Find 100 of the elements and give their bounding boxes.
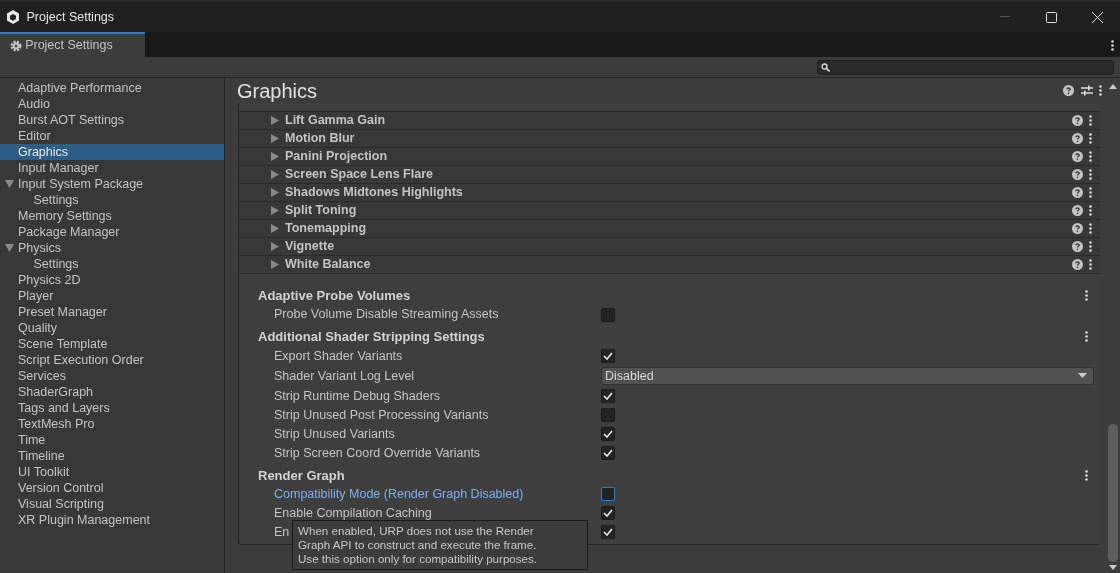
- sidebar-item[interactable]: Visual Scripting: [0, 496, 224, 512]
- sidebar-item[interactable]: Editor: [0, 128, 224, 144]
- sidebar-item[interactable]: Settings: [0, 192, 224, 208]
- more-options-icon[interactable]: [1089, 169, 1092, 180]
- help-icon[interactable]: [1071, 115, 1083, 126]
- sidebar-item[interactable]: UI Toolkit: [0, 464, 224, 480]
- sidebar-item[interactable]: Player: [0, 288, 224, 304]
- search-field[interactable]: [817, 59, 1114, 75]
- checkbox[interactable]: [601, 445, 615, 460]
- more-options-icon[interactable]: [1089, 205, 1092, 216]
- sidebar-item[interactable]: Time: [0, 432, 224, 448]
- help-icon[interactable]: [1071, 169, 1083, 180]
- gear-icon: [10, 39, 22, 52]
- sidebar-item[interactable]: Graphics: [0, 144, 224, 160]
- section-heading: Adaptive Probe Volumes: [257, 287, 411, 306]
- more-options-icon[interactable]: [1089, 223, 1092, 234]
- section-heading: Render Graph: [257, 466, 345, 485]
- more-options-icon[interactable]: [1085, 469, 1088, 481]
- checkbox[interactable]: [601, 388, 615, 403]
- scrollbar-thumb[interactable]: [1107, 423, 1118, 562]
- scroll-down-icon[interactable]: [1108, 564, 1117, 570]
- sidebar-item[interactable]: Memory Settings: [0, 208, 224, 224]
- section-heading: Additional Shader Stripping Settings: [257, 328, 485, 347]
- window-title: Project Settings: [26, 8, 115, 26]
- field-label: En: [274, 524, 290, 539]
- sidebar-item[interactable]: Package Manager: [0, 224, 224, 240]
- more-options-icon[interactable]: [1089, 241, 1092, 252]
- override-title[interactable]: White Balance: [285, 255, 371, 274]
- checkbox[interactable]: [601, 506, 615, 520]
- checkbox[interactable]: [601, 407, 615, 422]
- field-label: Strip Unused Post Processing Variants: [274, 407, 489, 422]
- more-options-icon[interactable]: [1089, 259, 1092, 270]
- sidebar-item[interactable]: XR Plugin Management: [0, 512, 224, 528]
- help-icon[interactable]: [1063, 85, 1075, 96]
- help-icon[interactable]: [1071, 133, 1083, 144]
- sidebar-item[interactable]: Burst AOT Settings: [0, 112, 224, 128]
- override-title[interactable]: Tonemapping: [285, 219, 366, 238]
- checkbox[interactable]: [601, 525, 615, 539]
- more-options-icon[interactable]: [1089, 115, 1092, 126]
- field-label: Probe Volume Disable Streaming Assets: [274, 307, 499, 322]
- more-options-icon[interactable]: [1085, 331, 1088, 343]
- field-label: Enable Compilation Caching: [274, 505, 432, 520]
- field-label: Compatibility Mode (Render Graph Disabled): [274, 486, 524, 501]
- more-options-icon[interactable]: [1098, 85, 1102, 96]
- field-label: Shader Variant Log Level: [274, 368, 415, 383]
- help-icon[interactable]: [1071, 241, 1083, 252]
- dropdown[interactable]: Disabled: [601, 366, 1094, 385]
- sidebar-item[interactable]: Tags and Layers: [0, 400, 224, 416]
- override-title[interactable]: Lift Gamma Gain: [285, 111, 386, 130]
- sidebar-item[interactable]: Version Control: [0, 480, 224, 496]
- override-title[interactable]: Split Toning: [285, 201, 357, 220]
- sidebar-item[interactable]: Physics: [0, 240, 224, 256]
- help-icon[interactable]: [1071, 205, 1083, 216]
- help-icon[interactable]: [1071, 187, 1083, 198]
- sidebar-item[interactable]: Script Execution Order: [0, 352, 224, 368]
- scroll-up-icon[interactable]: [1108, 84, 1117, 90]
- page-title: Graphics: [236, 79, 318, 103]
- more-options-icon[interactable]: [1085, 290, 1088, 302]
- sliders-icon[interactable]: [1080, 85, 1093, 96]
- sidebar-item[interactable]: Scene Template: [0, 336, 224, 352]
- sidebar-item[interactable]: Audio: [0, 96, 224, 112]
- sidebar-item[interactable]: TextMesh Pro: [0, 416, 224, 432]
- more-options-icon[interactable]: [1089, 133, 1092, 144]
- override-title[interactable]: Vignette: [285, 237, 335, 256]
- more-options-icon[interactable]: [1089, 187, 1092, 198]
- expand-arrow-icon[interactable]: [5, 243, 14, 253]
- close-icon[interactable]: [1091, 11, 1103, 23]
- tooltip: When enabled, URP does not use the Render Graph API to construct and execute the frame. Use this option only for compatibility purposes.: [292, 520, 588, 570]
- sidebar-item[interactable]: Quality: [0, 320, 224, 336]
- more-options-icon[interactable]: [1089, 151, 1092, 162]
- override-title[interactable]: Motion Blur: [285, 129, 355, 148]
- field-label: Strip Unused Variants: [274, 426, 395, 441]
- sidebar-item[interactable]: Preset Manager: [0, 304, 224, 320]
- field-label: Strip Runtime Debug Shaders: [274, 388, 441, 403]
- field-label: Strip Screen Coord Override Variants: [274, 445, 481, 460]
- help-icon[interactable]: [1071, 259, 1083, 270]
- sidebar-item[interactable]: Physics 2D: [0, 272, 224, 288]
- field-label: Export Shader Variants: [274, 348, 403, 363]
- editor-tab[interactable]: Project Settings: [0, 32, 145, 57]
- sidebar-item[interactable]: Services: [0, 368, 224, 384]
- app-logo-icon: [6, 10, 21, 24]
- checkbox[interactable]: [601, 426, 615, 441]
- override-title[interactable]: Screen Space Lens Flare: [285, 165, 433, 184]
- help-icon[interactable]: [1071, 151, 1083, 162]
- sidebar-item[interactable]: Input System Package: [0, 176, 224, 192]
- more-options-icon[interactable]: [1110, 39, 1114, 51]
- checkbox[interactable]: [601, 307, 615, 322]
- caret-icon[interactable]: [1078, 373, 1087, 379]
- help-icon[interactable]: [1071, 223, 1083, 234]
- sidebar-item[interactable]: Settings: [0, 256, 224, 272]
- sidebar-item[interactable]: Timeline: [0, 448, 224, 464]
- sidebar-item[interactable]: Adaptive Performance: [0, 80, 224, 96]
- search-icon: [821, 62, 831, 72]
- expand-arrow-icon[interactable]: [5, 179, 14, 189]
- checkbox[interactable]: [601, 348, 615, 363]
- maximize-icon[interactable]: [1045, 11, 1057, 23]
- override-title[interactable]: Panini Projection: [285, 147, 388, 166]
- sidebar-item[interactable]: ShaderGraph: [0, 384, 224, 400]
- sidebar-item[interactable]: Input Manager: [0, 160, 224, 176]
- checkbox[interactable]: [601, 487, 615, 501]
